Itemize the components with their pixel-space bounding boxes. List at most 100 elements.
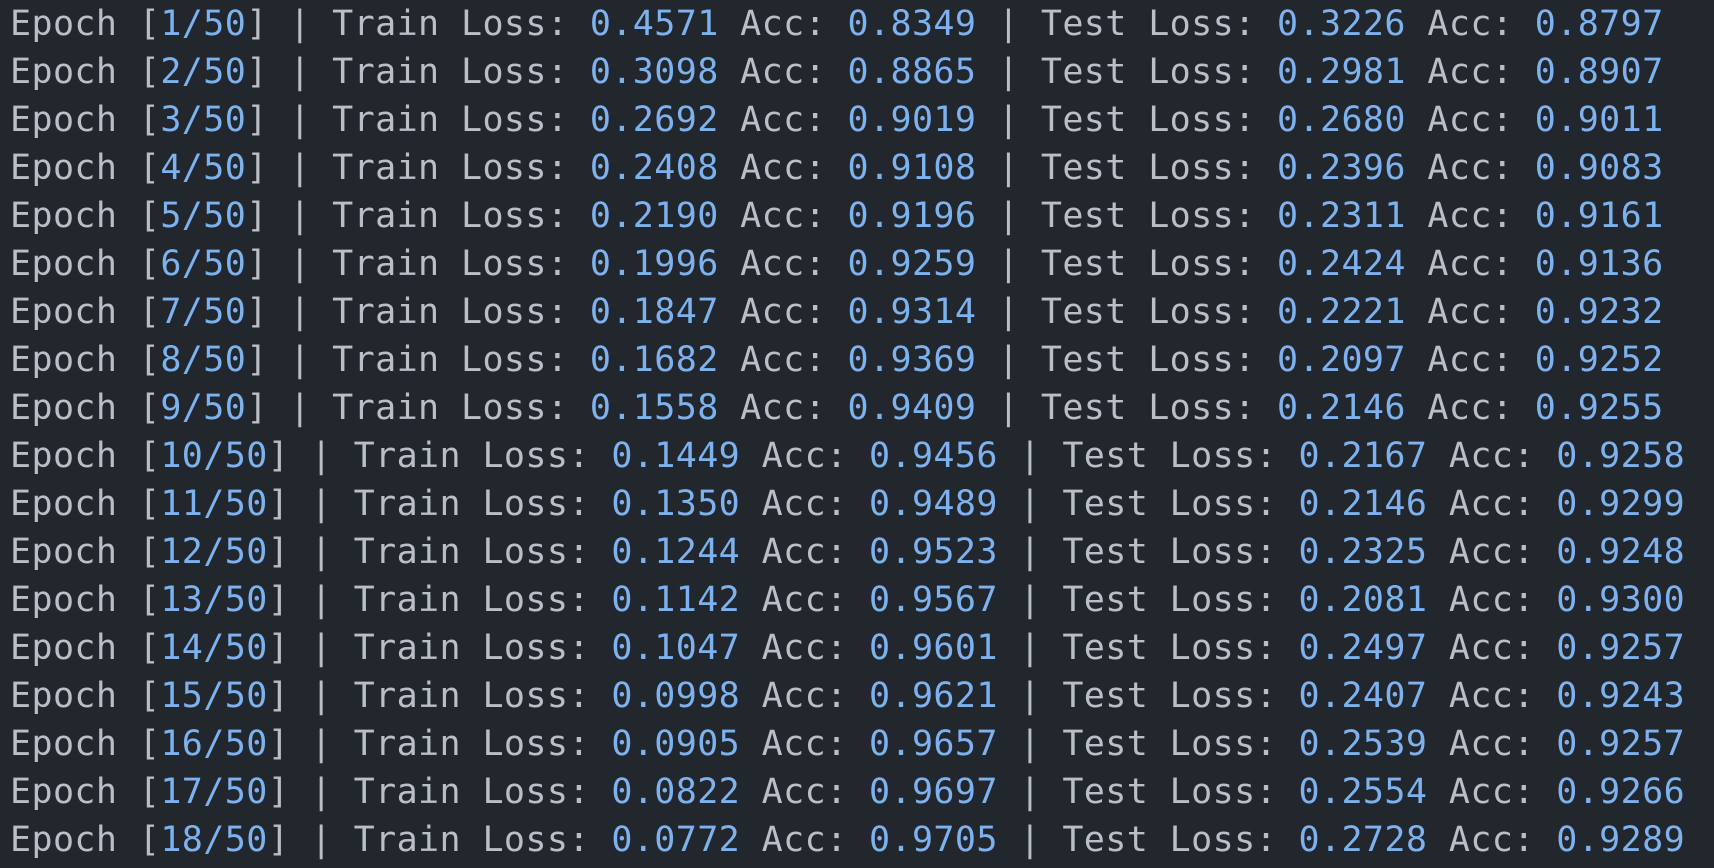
- test-loss-value: 0.2424: [1277, 244, 1406, 284]
- test-loss-label: Test Loss:: [1040, 340, 1256, 380]
- separator: |: [997, 196, 1020, 236]
- terminal-output: Epoch [1/50] | Train Loss: 0.4571 Acc: 0…: [0, 0, 1714, 868]
- train-acc-label: Acc:: [740, 52, 827, 92]
- epoch-current: 17: [160, 772, 204, 812]
- epoch-current: 6: [160, 244, 182, 284]
- epoch-total: 50: [224, 676, 268, 716]
- test-acc-value: 0.9136: [1534, 244, 1664, 284]
- epoch-label: Epoch: [10, 580, 118, 620]
- epoch-total: 50: [203, 388, 247, 428]
- train-loss-value: 0.0822: [611, 772, 741, 812]
- test-loss-label: Test Loss:: [1062, 820, 1278, 860]
- separator: |: [997, 340, 1020, 380]
- test-acc-label: Acc:: [1448, 676, 1535, 716]
- epoch-total: 50: [224, 772, 268, 812]
- test-loss-label: Test Loss:: [1062, 532, 1278, 572]
- test-acc-label: Acc:: [1427, 292, 1514, 332]
- test-loss-value: 0.2097: [1277, 340, 1406, 380]
- log-line: Epoch [14/50] | Train Loss: 0.1047 Acc: …: [10, 628, 1686, 668]
- epoch-current: 14: [160, 628, 204, 668]
- epoch-label: Epoch: [10, 676, 118, 716]
- train-acc-label: Acc:: [761, 628, 848, 668]
- log-line: Epoch [16/50] | Train Loss: 0.0905 Acc: …: [10, 724, 1686, 764]
- separator: |: [289, 4, 311, 44]
- epoch-label: Epoch: [10, 4, 118, 44]
- train-loss-value: 0.0905: [611, 724, 741, 764]
- train-loss-label: Train Loss:: [332, 4, 569, 44]
- log-line: Epoch [6/50] | Train Loss: 0.1996 Acc: 0…: [10, 244, 1664, 284]
- train-acc-value: 0.9489: [869, 484, 998, 524]
- train-acc-label: Acc:: [761, 772, 848, 812]
- separator: |: [997, 4, 1020, 44]
- train-loss-value: 0.1142: [611, 580, 741, 620]
- train-acc-value: 0.9409: [847, 388, 977, 428]
- epoch-current: 9: [160, 388, 182, 428]
- epoch-total: 50: [203, 100, 247, 140]
- test-acc-label: Acc:: [1448, 484, 1535, 524]
- epoch-current: 8: [160, 340, 182, 380]
- train-acc-value: 0.9369: [847, 340, 977, 380]
- epoch-label: Epoch: [10, 484, 118, 524]
- train-loss-label: Train Loss:: [332, 388, 569, 428]
- train-loss-label: Train Loss:: [332, 100, 569, 140]
- train-acc-label: Acc:: [740, 292, 827, 332]
- epoch-total: 50: [224, 484, 268, 524]
- test-loss-label: Test Loss:: [1062, 772, 1278, 812]
- train-acc-label: Acc:: [740, 100, 827, 140]
- test-acc-value: 0.9258: [1556, 436, 1686, 476]
- train-acc-value: 0.9196: [847, 196, 977, 236]
- train-acc-label: Acc:: [761, 532, 848, 572]
- epoch-total: 50: [224, 580, 268, 620]
- test-acc-value: 0.9011: [1534, 100, 1664, 140]
- test-loss-label: Test Loss:: [1040, 148, 1256, 188]
- epoch-current: 12: [160, 532, 204, 572]
- test-acc-label: Acc:: [1448, 580, 1535, 620]
- epoch-label: Epoch: [10, 148, 118, 188]
- train-acc-value: 0.9705: [869, 820, 998, 860]
- separator: |: [1019, 580, 1041, 620]
- epoch-current: 4: [160, 148, 182, 188]
- test-acc-label: Acc:: [1448, 532, 1535, 572]
- test-loss-value: 0.2325: [1298, 532, 1428, 572]
- test-acc-label: Acc:: [1427, 244, 1514, 284]
- log-line: Epoch [15/50] | Train Loss: 0.0998 Acc: …: [10, 676, 1686, 716]
- train-loss-label: Train Loss:: [332, 340, 569, 380]
- separator: |: [1019, 628, 1041, 668]
- test-loss-value: 0.2396: [1277, 148, 1406, 188]
- epoch-total: 50: [203, 340, 247, 380]
- train-acc-value: 0.9108: [847, 148, 977, 188]
- separator: |: [289, 196, 311, 236]
- test-loss-label: Test Loss:: [1040, 196, 1256, 236]
- separator: |: [1019, 484, 1041, 524]
- train-loss-label: Train Loss:: [332, 148, 569, 188]
- separator: |: [289, 244, 311, 284]
- log-line: Epoch [17/50] | Train Loss: 0.0822 Acc: …: [10, 772, 1686, 812]
- test-acc-label: Acc:: [1448, 820, 1535, 860]
- epoch-label: Epoch: [10, 724, 118, 764]
- separator: |: [997, 388, 1020, 428]
- epoch-label: Epoch: [10, 628, 118, 668]
- separator: |: [289, 52, 311, 92]
- test-loss-value: 0.2221: [1277, 292, 1406, 332]
- test-loss-value: 0.2981: [1277, 52, 1406, 92]
- test-loss-label: Test Loss:: [1062, 676, 1278, 716]
- separator: |: [1019, 724, 1041, 764]
- train-acc-label: Acc:: [740, 148, 827, 188]
- train-acc-value: 0.9621: [869, 676, 998, 716]
- test-loss-label: Test Loss:: [1062, 484, 1278, 524]
- test-loss-label: Test Loss:: [1062, 724, 1278, 764]
- train-loss-value: 0.2190: [589, 196, 719, 236]
- epoch-label: Epoch: [10, 436, 118, 476]
- log-line: Epoch [5/50] | Train Loss: 0.2190 Acc: 0…: [10, 196, 1664, 236]
- separator: |: [289, 292, 311, 332]
- separator: |: [310, 532, 333, 572]
- log-line: Epoch [2/50] | Train Loss: 0.3098 Acc: 0…: [10, 52, 1664, 92]
- separator: |: [310, 820, 333, 860]
- log-line: Epoch [13/50] | Train Loss: 0.1142 Acc: …: [10, 580, 1686, 620]
- train-loss-value: 0.1350: [611, 484, 741, 524]
- train-acc-value: 0.9259: [847, 244, 977, 284]
- train-acc-value: 0.9019: [847, 100, 977, 140]
- separator: |: [1019, 532, 1041, 572]
- train-loss-label: Train Loss:: [353, 772, 590, 812]
- log-line: Epoch [11/50] | Train Loss: 0.1350 Acc: …: [10, 484, 1686, 524]
